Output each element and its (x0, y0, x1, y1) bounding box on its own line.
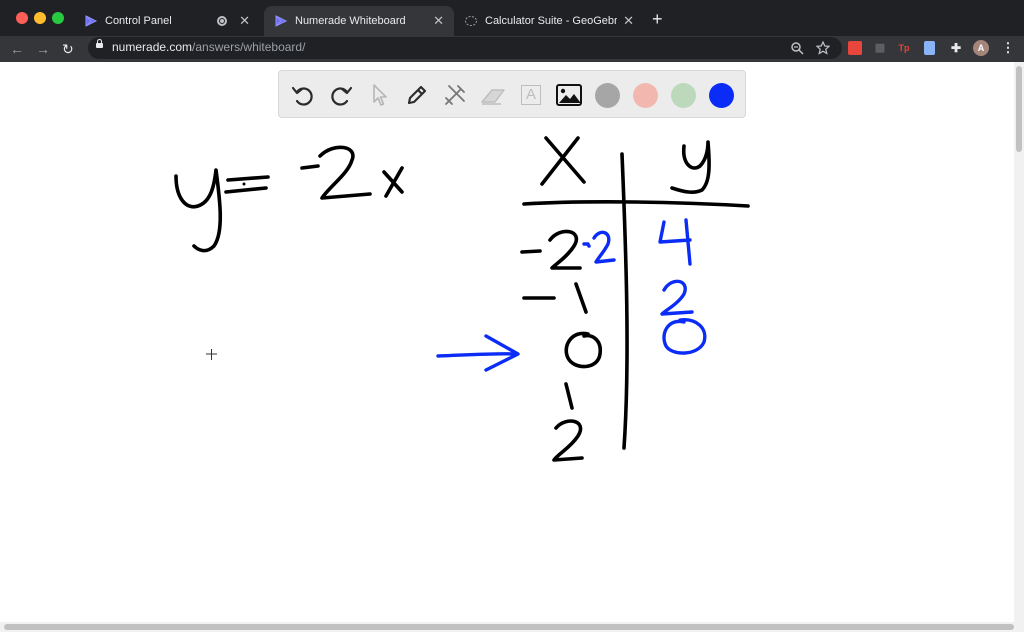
lock-icon (96, 39, 103, 48)
pen-tool-button[interactable] (403, 81, 431, 109)
browser-toolbar: ← → ↻ numerade.com/answers/whiteboard/ ▦… (0, 36, 1024, 62)
geogebra-logo-icon (465, 16, 477, 26)
close-window-button[interactable] (16, 12, 28, 24)
back-arrow-icon[interactable]: ← (10, 40, 24, 58)
pointer-icon (373, 84, 387, 106)
tp-extension-icon[interactable]: Tp (897, 41, 911, 55)
profile-avatar[interactable]: A (973, 40, 989, 56)
numerade-logo-icon (275, 15, 288, 27)
whiteboard-toolbar: A (278, 70, 746, 118)
green-color-swatch[interactable] (671, 83, 696, 108)
numerade-logo-icon (85, 15, 98, 27)
redo-icon (331, 86, 353, 106)
vertical-scrollbar[interactable] (1014, 62, 1024, 622)
new-tab-button[interactable]: + (652, 9, 663, 29)
forward-arrow-icon[interactable]: → (36, 40, 50, 58)
eraser-icon (481, 89, 505, 105)
url-text[interactable]: numerade.com/answers/whiteboard/ (112, 40, 305, 54)
text-tool-button[interactable]: A (517, 81, 545, 109)
close-tab-icon[interactable]: ✕ (433, 13, 444, 29)
extensions-puzzle-icon[interactable]: ✚ (949, 41, 963, 55)
pink-color-swatch[interactable] (633, 83, 658, 108)
eraser-tool-button[interactable] (479, 81, 507, 109)
undo-icon (291, 86, 313, 106)
tab-numerade-whiteboard[interactable]: Numerade Whiteboard ✕ (264, 6, 454, 36)
image-tool-button[interactable] (555, 81, 583, 109)
grid-extension-icon[interactable]: ▦ (873, 41, 887, 55)
browser-title-bar: Control Panel ✕ Numerade Whiteboard ✕ Ca… (0, 0, 1024, 36)
tab-title: Calculator Suite - GeoGebra (485, 15, 618, 27)
vertical-scroll-thumb[interactable] (1016, 66, 1022, 152)
docs-extension-icon[interactable] (924, 41, 935, 55)
shapes-tool-button[interactable] (441, 81, 469, 109)
text-icon: A (521, 85, 541, 105)
reload-icon[interactable]: ↻ (62, 40, 74, 58)
gray-color-swatch[interactable] (595, 83, 620, 108)
tab-title: Numerade Whiteboard (295, 15, 406, 27)
select-pointer-button[interactable] (365, 81, 393, 109)
bookmark-star-icon[interactable] (816, 41, 830, 55)
maximize-window-button[interactable] (52, 12, 64, 24)
screencast-extension-icon[interactable] (848, 41, 862, 55)
zoom-icon[interactable] (790, 41, 804, 55)
undo-button[interactable] (289, 81, 317, 109)
close-tab-icon[interactable]: ✕ (239, 13, 250, 29)
minimize-window-button[interactable] (34, 12, 46, 24)
shapes-icon (445, 85, 465, 105)
tab-control-panel[interactable]: Control Panel ✕ (74, 6, 260, 36)
tab-geogebra[interactable]: Calculator Suite - GeoGebra ✕ (454, 6, 644, 36)
image-icon (556, 84, 582, 106)
redo-button[interactable] (327, 81, 355, 109)
close-tab-icon[interactable]: ✕ (623, 13, 634, 29)
whiteboard-canvas[interactable] (0, 62, 1014, 622)
horizontal-scrollbar[interactable] (0, 622, 1024, 632)
pen-icon (407, 85, 427, 105)
horizontal-scroll-thumb[interactable] (4, 624, 1014, 630)
tab-title: Control Panel (105, 15, 172, 27)
menu-kebab-icon[interactable]: ⋮ (1001, 41, 1015, 55)
blue-color-swatch[interactable] (709, 83, 734, 108)
audio-playing-icon[interactable] (217, 16, 228, 26)
